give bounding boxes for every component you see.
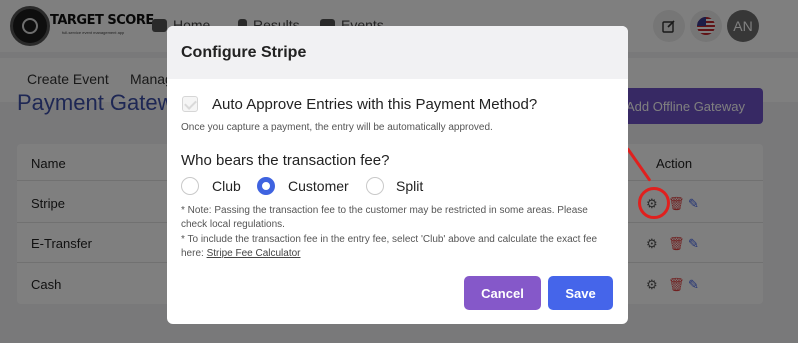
fee-note: * Note: Passing the transaction fee to t… [181, 205, 588, 230]
save-button[interactable]: Save [548, 276, 613, 310]
radio-split-label[interactable]: Split [396, 178, 423, 194]
auto-approve-checkbox[interactable] [182, 96, 198, 112]
cancel-button[interactable]: Cancel [464, 276, 541, 310]
modal-title: Configure Stripe [181, 44, 307, 61]
stripe-fee-calculator-link[interactable]: Stripe Fee Calculator [207, 248, 301, 259]
auto-approve-hint: Once you capture a payment, the entry wi… [181, 122, 493, 133]
fee-calculator-note: * To include the transaction fee in the … [181, 234, 598, 259]
radio-club-label[interactable]: Club [212, 178, 241, 194]
annotation-circle [638, 187, 670, 219]
radio-club[interactable] [181, 177, 199, 195]
radio-customer-label[interactable]: Customer [288, 178, 349, 194]
radio-customer[interactable] [257, 177, 275, 195]
fee-question: Who bears the transaction fee? [181, 152, 390, 169]
modal-header: Configure Stripe [167, 26, 628, 79]
auto-approve-label[interactable]: Auto Approve Entries with this Payment M… [212, 96, 537, 113]
configure-stripe-modal: Configure Stripe Auto Approve Entries wi… [167, 26, 628, 324]
radio-split[interactable] [366, 177, 384, 195]
